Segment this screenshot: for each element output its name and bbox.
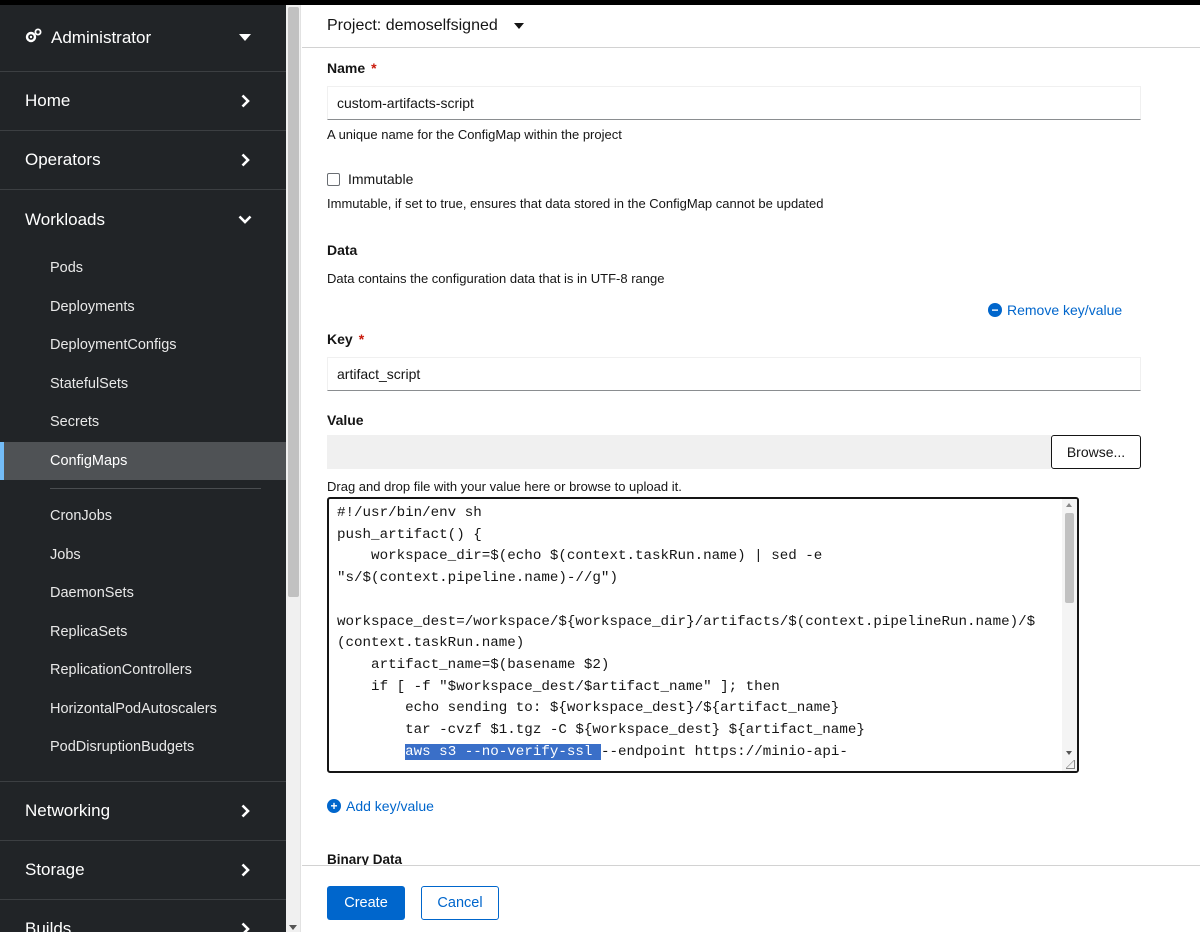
data-heading: Data [327,242,358,258]
form-footer: Create Cancel [302,865,1200,932]
nav-section-label: Builds [25,918,72,932]
nav-section-label: Storage [25,859,85,879]
nav-section-builds[interactable]: Builds [0,900,286,932]
remove-key-value-label: Remove key/value [1007,302,1123,318]
sidebar-item-replicationcontrollers[interactable]: ReplicationControllers [0,651,286,690]
sidebar-item-deployments[interactable]: Deployments [0,288,286,327]
project-label: Project: demoselfsigned [327,17,498,34]
sidebar-item-daemonsets[interactable]: DaemonSets [0,574,286,613]
nav-section-label: Home [25,91,71,110]
code-line-selected: aws s3 --no-verify-ssl --endpoint https:… [405,743,848,760]
sidebar-item-pods[interactable]: Pods [0,249,286,288]
immutable-checkbox-row[interactable]: Immutable [327,171,413,187]
sidebar-item-deploymentconfigs[interactable]: DeploymentConfigs [0,326,286,365]
name-helper-text: A unique name for the ConfigMap within t… [327,127,622,142]
value-textarea[interactable]: #!/usr/bin/env sh push_artifact() { works… [327,497,1079,773]
name-input[interactable]: custom-artifacts-script [327,86,1141,120]
nav-section-label: Workloads [25,209,105,229]
key-input[interactable]: artifact_script [327,357,1141,391]
sidebar-item-poddisruptionbudgets[interactable]: PodDisruptionBudgets [0,728,286,767]
code-line: push_artifact() { [337,526,482,543]
nav-section-home[interactable]: Home [0,72,286,131]
chevron-right-icon [236,920,254,932]
browse-button[interactable]: Browse... [1051,435,1141,469]
nav-section-storage[interactable]: Storage [0,841,286,900]
chevron-down-icon [236,211,254,229]
nav-section-networking[interactable]: Networking [0,782,286,841]
chevron-right-icon [236,92,254,110]
cancel-button[interactable]: Cancel [421,886,499,920]
add-key-value-label: Add key/value [346,798,434,814]
scrollbar-thumb[interactable] [288,7,299,597]
code-line: (context.taskRun.name) [337,635,525,652]
cogs-icon [25,28,43,49]
sidebar: Administrator Home Operators Workloads P… [0,5,286,932]
selected-text: aws s3 --no-verify-ssl [405,743,601,760]
scroll-up-arrow-icon[interactable] [1066,503,1072,507]
nav-section-operators[interactable]: Operators [0,131,286,190]
code-line: echo sending to: ${workspace_dest}/${art… [337,700,840,717]
main-content: Project: demoselfsigned Name * custom-art… [302,5,1200,932]
caret-down-icon [236,29,254,47]
chevron-right-icon [236,802,254,820]
sidebar-item-secrets[interactable]: Secrets [0,403,286,442]
required-mark: * [371,60,377,76]
sidebar-item-configmaps[interactable]: ConfigMaps [0,441,286,480]
sidebar-item-horizontalpodautoscalers[interactable]: HorizontalPodAutoscalers [0,690,286,729]
sidebar-divider [50,488,261,489]
caret-down-icon [513,23,524,29]
sidebar-item-jobs[interactable]: Jobs [0,536,286,575]
perspective-switcher[interactable]: Administrator [0,5,286,72]
file-upload-filename[interactable] [327,435,1051,469]
code-line: if [ -f "$workspace_dest/$artifact_name"… [337,678,780,695]
nav-group-workloads: Workloads Pods Deployments DeploymentCon… [0,190,286,782]
immutable-checkbox[interactable] [327,172,340,186]
code-line: artifact_name=$(basename $2) [337,656,610,673]
sidebar-item-statefulsets[interactable]: StatefulSets [0,365,286,404]
code-line: #!/usr/bin/env sh [337,505,482,521]
add-key-value-link[interactable]: + Add key/value [327,798,434,814]
chevron-right-icon [236,151,254,169]
create-button[interactable]: Create [327,886,405,920]
nav-section-workloads[interactable]: Workloads [0,190,286,249]
project-selector[interactable]: Project: demoselfsigned [302,5,1200,48]
key-label: Key * [327,331,365,347]
immutable-helper-text: Immutable, if set to true, ensures that … [327,196,824,211]
scroll-down-arrow-icon[interactable] [289,925,297,930]
scroll-down-arrow-icon[interactable] [1066,751,1072,755]
immutable-label: Immutable [348,171,414,187]
perspective-label: Administrator [51,28,152,47]
nav-section-label: Operators [25,150,101,169]
value-label: Value [327,412,364,428]
value-helper-text: Drag and drop file with your value here … [327,479,682,494]
name-label: Name * [327,60,377,76]
data-helper-text: Data contains the configuration data tha… [327,271,665,286]
chevron-right-icon [236,861,254,879]
textarea-scrollbar-thumb[interactable] [1065,513,1074,603]
textarea-scrollbar[interactable] [1062,499,1077,771]
sidebar-item-replicasets[interactable]: ReplicaSets [0,613,286,652]
code-line: workspace_dest=/workspace/${workspace_di… [337,613,1036,630]
remove-key-value-link[interactable]: − Remove key/value [988,302,1122,318]
page-scrollbar[interactable] [286,5,301,932]
minus-circle-icon: − [988,303,1002,317]
plus-circle-icon: + [327,799,341,813]
code-line: "s/$(context.pipeline.name)-//g") [337,570,618,587]
resize-handle-icon[interactable] [1066,760,1075,769]
value-code-text: #!/usr/bin/env sh push_artifact() { works… [337,503,1061,763]
required-mark: * [358,331,365,347]
code-line: tar -cvzf $1.tgz -C ${workspace_dest} ${… [337,722,865,739]
sidebar-item-cronjobs[interactable]: CronJobs [0,497,286,536]
nav-section-label: Networking [25,800,111,820]
code-line: workspace_dir=$(echo $(context.taskRun.n… [337,548,823,565]
